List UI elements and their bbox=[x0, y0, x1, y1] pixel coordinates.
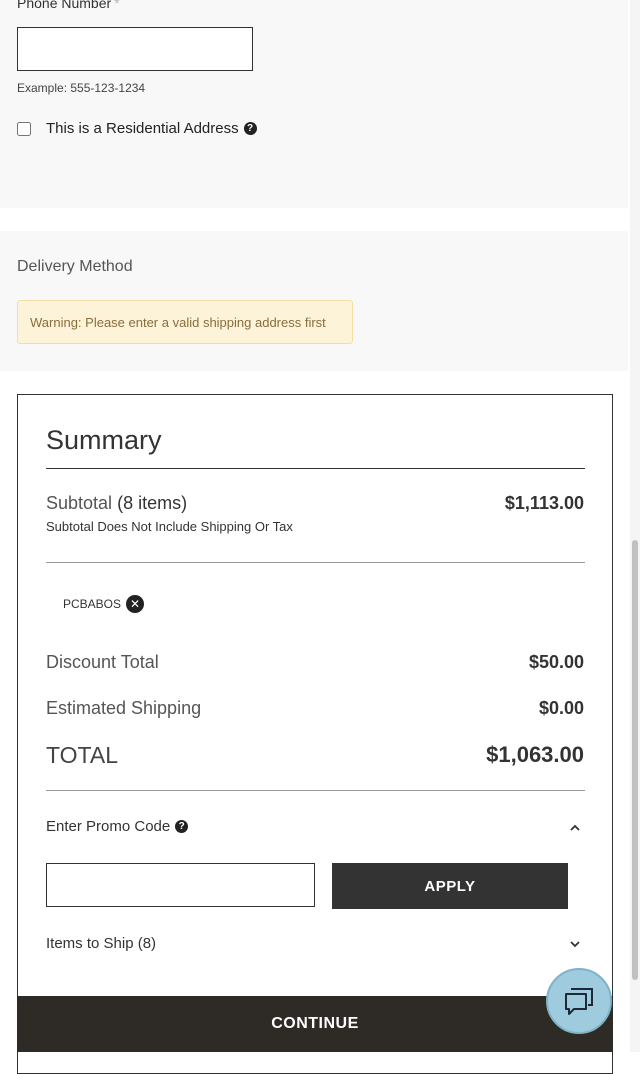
residential-address-row: This is a Residential Address ? bbox=[17, 120, 257, 137]
total-value: $1,063.00 bbox=[486, 742, 584, 767]
discount-total-label: Discount Total bbox=[46, 652, 159, 672]
close-circle-icon[interactable]: ✕ bbox=[126, 595, 145, 613]
divider bbox=[46, 790, 585, 791]
discount-total-value: $50.00 bbox=[528, 652, 584, 672]
phone-input[interactable] bbox=[17, 27, 253, 71]
divider bbox=[46, 562, 585, 563]
shipping-warning-alert: Warning: Please enter a valid shipping a… bbox=[17, 300, 353, 344]
phone-label-text: Phone Number bbox=[17, 0, 112, 11]
chat-bubbles-icon bbox=[565, 988, 593, 1015]
continue-button[interactable]: CONTINUE bbox=[17, 996, 613, 1052]
scrollbar-thumb[interactable] bbox=[632, 540, 638, 980]
residential-address-checkbox[interactable] bbox=[17, 121, 31, 136]
summary-divider bbox=[46, 468, 585, 469]
coupon-code: PCBABOS bbox=[63, 597, 122, 611]
page-scrollbar[interactable] bbox=[630, 0, 640, 1052]
subtotal-label: Subtotal (8 items) bbox=[46, 493, 187, 514]
promo-code-input[interactable] bbox=[46, 863, 315, 907]
applied-coupon: PCBABOS ✕ bbox=[63, 595, 145, 613]
summary-title: Summary bbox=[46, 425, 162, 455]
apply-promo-button[interactable]: APPLY bbox=[332, 863, 568, 909]
question-circle-icon[interactable]: ? bbox=[175, 820, 189, 833]
estimated-shipping-value: $0.00 bbox=[538, 698, 584, 718]
promo-code-toggle[interactable]: Enter Promo Code ? bbox=[46, 818, 189, 835]
question-circle-icon[interactable]: ? bbox=[243, 122, 257, 135]
estimated-shipping-label: Estimated Shipping bbox=[46, 698, 202, 718]
subtotal-value: $1,113.00 bbox=[504, 493, 584, 513]
items-to-ship-toggle[interactable]: Items to Ship (8) bbox=[46, 935, 156, 952]
subtotal-item-count: (8 items) bbox=[117, 493, 188, 513]
phone-label: Phone Number * bbox=[17, 0, 120, 11]
phone-example-hint: Example: 555-123-1234 bbox=[17, 81, 146, 95]
total-label: TOTAL bbox=[46, 742, 118, 768]
required-mark: * bbox=[114, 0, 120, 11]
chevron-down-icon[interactable] bbox=[568, 937, 582, 951]
residential-address-label[interactable]: This is a Residential Address bbox=[46, 120, 239, 137]
shipping-warning-text: Warning: Please enter a valid shipping a… bbox=[30, 314, 326, 330]
promo-code-label[interactable]: Enter Promo Code bbox=[46, 818, 170, 835]
subtotal-note: Subtotal Does Not Include Shipping Or Ta… bbox=[46, 519, 293, 534]
subtotal-label-text: Subtotal bbox=[46, 493, 113, 513]
delivery-method-title: Delivery Method bbox=[17, 258, 133, 275]
order-summary: Summary Subtotal (8 items) $1,113.00 Sub… bbox=[17, 394, 613, 1074]
chat-launcher-button[interactable] bbox=[546, 968, 612, 1034]
delivery-method-panel: Delivery Method Warning: Please enter a … bbox=[0, 231, 628, 371]
shipping-form-panel: Phone Number * Example: 555-123-1234 This… bbox=[0, 0, 628, 208]
chevron-up-icon[interactable] bbox=[568, 821, 582, 835]
